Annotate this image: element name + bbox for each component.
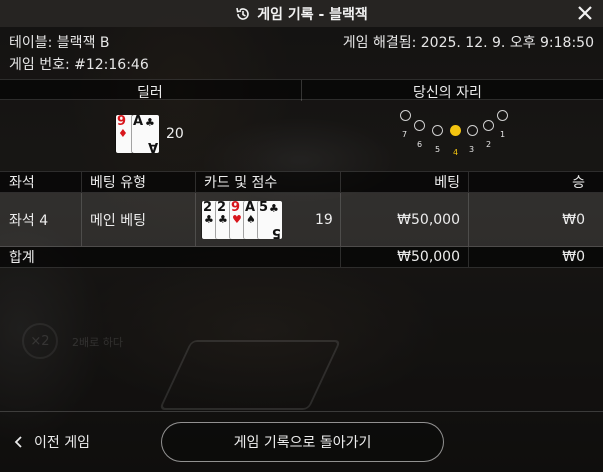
total-label: 합계	[9, 250, 35, 266]
section-header: 딜러 당신의 자리	[0, 79, 603, 101]
total-win-amount: ₩0	[562, 249, 585, 265]
col-cards-header: 카드 및 점수	[204, 175, 278, 191]
close-icon	[578, 6, 592, 20]
player-card: 5 ♣ 5	[258, 200, 282, 240]
close-button[interactable]	[575, 3, 595, 23]
footer-divider	[0, 411, 603, 412]
divider	[195, 172, 196, 192]
table-name: 테이블: 블랙잭 B	[9, 35, 110, 51]
col-bet-header: 베팅	[434, 175, 460, 191]
col-bet-type-header: 베팅 유형	[90, 175, 146, 191]
back-to-history-button[interactable]: 게임 기록으로 돌아가기	[161, 422, 444, 462]
row-win-amount: ₩0	[562, 211, 585, 228]
seat-label-active: 4	[453, 148, 459, 157]
dealer-score: 20	[166, 126, 184, 142]
seat-label: 3	[469, 145, 475, 154]
seat-5-marker	[432, 125, 443, 136]
divider	[195, 193, 196, 246]
dealer-card: A ♣ A	[132, 114, 159, 154]
divider	[81, 172, 82, 192]
seat-label: 6	[417, 140, 423, 149]
previous-game-button[interactable]: 이전 게임	[14, 432, 90, 452]
seat-label: 5	[435, 145, 441, 154]
seat-3-marker	[467, 125, 478, 136]
title-bar: 게임 기록 - 블랙잭	[0, 0, 603, 27]
row-bet-amount: ₩50,000	[397, 211, 460, 228]
seat-label: 1	[500, 130, 506, 139]
dealer-card: 9 ♦	[116, 115, 133, 153]
game-number: 게임 번호: #12:16:46	[9, 57, 149, 73]
game-history-panel: 게임 기록 - 블랙잭 테이블: 블랙잭 B 게임 번호: #12:16:46 …	[0, 0, 603, 472]
back-to-history-label: 게임 기록으로 돌아가기	[233, 435, 372, 451]
col-seat-header: 좌석	[9, 175, 35, 191]
window-title: 게임 기록 - 블랙잭	[257, 6, 368, 23]
player-score: 19	[315, 211, 333, 228]
divider	[81, 193, 82, 246]
chevron-left-icon	[14, 436, 22, 448]
seat-label: 2	[486, 140, 492, 149]
seat-1-marker	[497, 110, 508, 121]
history-icon	[236, 7, 249, 20]
seat-label: 7	[402, 130, 408, 139]
bet-table-header: 좌석 베팅 유형 카드 및 점수 베팅 승	[0, 171, 603, 193]
your-seat-heading: 당신의 자리	[413, 85, 482, 101]
row-bet-type: 메인 베팅	[90, 212, 146, 229]
seat-2-marker	[483, 120, 494, 131]
col-win-header: 승	[572, 175, 585, 191]
row-seat: 좌석 4	[9, 212, 49, 229]
seat-4-marker	[450, 125, 461, 136]
game-resolved-time: 게임 해결됨: 2025. 12. 9. 오후 9:18:50	[342, 35, 594, 51]
total-bet-amount: ₩50,000	[397, 249, 460, 265]
seat-7-marker	[400, 110, 411, 121]
dealer-heading: 딜러	[137, 85, 163, 101]
previous-game-label: 이전 게임	[34, 435, 90, 451]
divider	[301, 80, 302, 101]
total-row: 합계 ₩50,000 ₩0	[0, 247, 603, 268]
table-row: 좌석 4 메인 베팅 2 ♣ 2 ♣ 9 ♥ A ♠ 5 ♣ 5 19 ₩50,…	[0, 193, 603, 247]
seat-6-marker	[414, 120, 425, 131]
